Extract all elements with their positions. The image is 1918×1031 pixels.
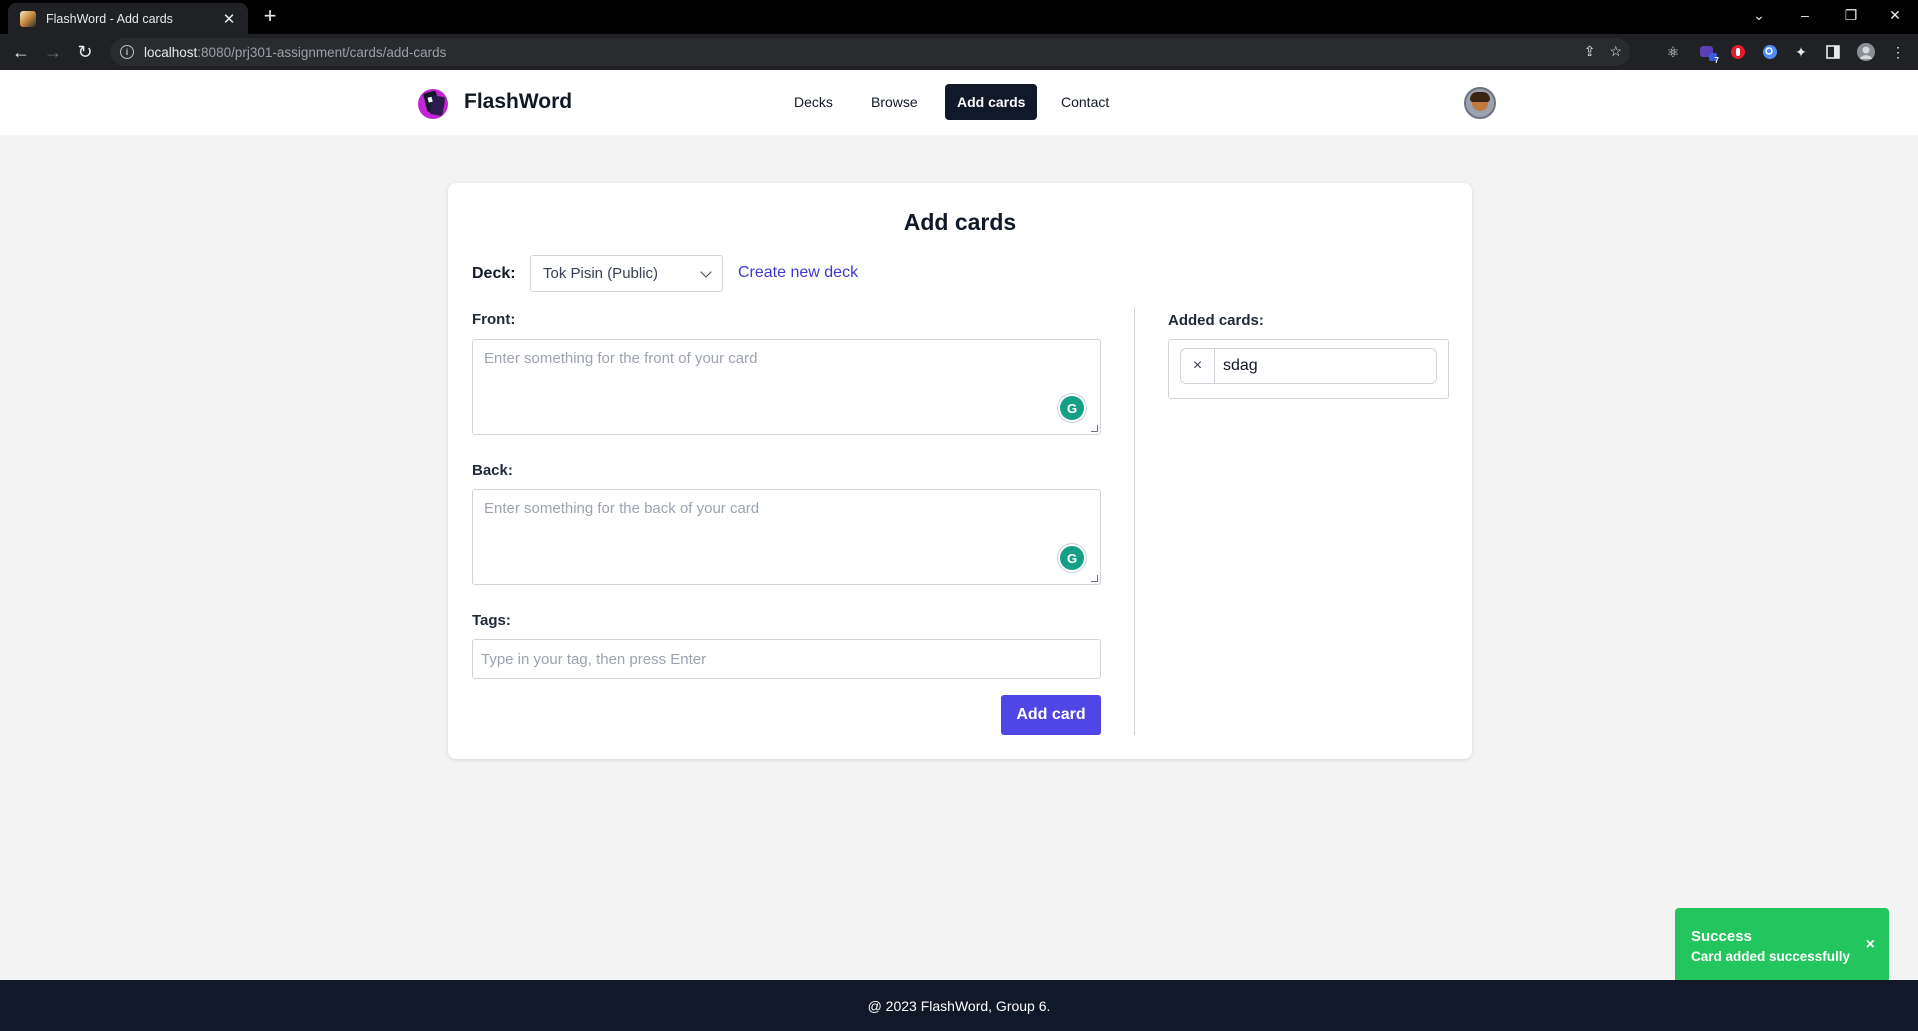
tab-title: FlashWord - Add cards xyxy=(46,11,173,26)
back-textarea[interactable]: Enter something for the back of your car… xyxy=(472,489,1101,585)
added-card-text: sdag xyxy=(1223,357,1258,374)
deck-select[interactable]: Tok Pisin (Public) xyxy=(530,255,723,292)
tab-close-icon[interactable]: ✕ xyxy=(220,10,238,28)
browser-tab-bar: FlashWord - Add cards ✕ + ⌄ – ❐ ✕ xyxy=(0,0,1918,34)
react-devtools-icon[interactable]: ⚛ xyxy=(1663,42,1683,62)
deck-label: Deck: xyxy=(472,265,516,282)
nav-add-cards[interactable]: Add cards xyxy=(945,84,1038,120)
search-extension-icon[interactable] xyxy=(1760,42,1780,62)
back-icon[interactable]: ← xyxy=(9,40,33,64)
back-placeholder: Enter something for the back of your car… xyxy=(484,500,760,517)
restore-button[interactable]: ❐ xyxy=(1828,0,1874,30)
create-new-deck-link[interactable]: Create new deck xyxy=(738,264,858,282)
grammarly-icon[interactable]: G xyxy=(1060,396,1084,420)
flashword-logo-icon[interactable] xyxy=(416,85,452,119)
minimize-button[interactable]: – xyxy=(1782,0,1828,30)
tags-placeholder: Type in your tag, then press Enter xyxy=(481,650,707,668)
success-toast: Success Card added successfully × xyxy=(1675,908,1889,984)
nav-decks[interactable]: Decks xyxy=(782,84,845,120)
added-cards-label: Added cards: xyxy=(1168,312,1264,329)
grammarly-icon[interactable]: G xyxy=(1060,546,1084,570)
extension-purple-icon[interactable]: 7 xyxy=(1698,42,1719,65)
nav-browse[interactable]: Browse xyxy=(859,84,930,120)
front-placeholder: Enter something for the front of your ca… xyxy=(484,350,758,367)
address-bar[interactable]: i localhost:8080/prj301-assignment/cards… xyxy=(110,38,1630,66)
extension-badge: 7 xyxy=(1714,56,1719,65)
add-card-button[interactable]: Add card xyxy=(1001,695,1101,735)
adblock-icon[interactable] xyxy=(1728,42,1748,62)
site-footer: @ 2023 FlashWord, Group 6. xyxy=(0,980,1918,1031)
side-panel-icon[interactable] xyxy=(1823,42,1843,62)
footer-text: @ 2023 FlashWord, Group 6. xyxy=(867,997,1051,1014)
url-path: :8080/prj301-assignment/cards/add-cards xyxy=(197,44,447,60)
extensions-puzzle-icon[interactable]: ✦ xyxy=(1791,42,1811,62)
forward-icon[interactable]: → xyxy=(41,40,65,64)
browser-toolbar: ← → ↻ i localhost:8080/prj301-assignment… xyxy=(0,34,1918,70)
chevron-down-icon xyxy=(700,265,712,278)
site-info-icon[interactable]: i xyxy=(120,45,134,59)
profile-icon[interactable] xyxy=(1856,42,1876,62)
front-label: Front: xyxy=(472,311,516,328)
reload-icon[interactable]: ↻ xyxy=(73,40,97,64)
tags-input[interactable]: Type in your tag, then press Enter xyxy=(472,639,1101,679)
new-tab-button[interactable]: + xyxy=(258,5,282,29)
tab-search-icon[interactable]: ⌄ xyxy=(1736,0,1782,30)
added-card-chip[interactable]: × sdag xyxy=(1180,348,1437,384)
bookmark-star-icon[interactable]: ☆ xyxy=(1609,43,1622,60)
tags-label: Tags: xyxy=(472,612,511,629)
add-cards-panel: Add cards Deck: Tok Pisin (Public) Creat… xyxy=(448,183,1472,759)
resize-handle-icon[interactable] xyxy=(1091,425,1098,432)
page-title: Add cards xyxy=(903,209,1017,235)
resize-handle-icon[interactable] xyxy=(1091,575,1098,582)
vertical-divider xyxy=(1134,307,1135,735)
nav-contact[interactable]: Contact xyxy=(1049,84,1121,120)
tab-favicon-icon xyxy=(20,10,36,27)
brand-name[interactable]: FlashWord xyxy=(464,90,572,114)
remove-card-icon[interactable]: × xyxy=(1181,349,1215,383)
user-avatar[interactable] xyxy=(1464,87,1496,119)
browser-tab[interactable]: FlashWord - Add cards ✕ xyxy=(8,3,248,34)
front-textarea[interactable]: Enter something for the front of your ca… xyxy=(472,339,1101,435)
deck-selected-value: Tok Pisin (Public) xyxy=(543,265,659,282)
toast-title: Success xyxy=(1691,928,1752,945)
url-host: localhost xyxy=(144,44,198,60)
share-icon[interactable]: ⇪ xyxy=(1584,43,1596,60)
toast-close-icon[interactable]: × xyxy=(1866,936,1875,954)
browser-menu-icon[interactable]: ⋮ xyxy=(1888,42,1908,62)
close-window-button[interactable]: ✕ xyxy=(1872,0,1918,30)
added-cards-list: × sdag xyxy=(1168,339,1449,399)
site-header: FlashWord Decks Browse Add cards Contact xyxy=(0,70,1918,135)
back-label: Back: xyxy=(472,462,513,479)
toast-message: Card added successfully xyxy=(1691,949,1851,964)
